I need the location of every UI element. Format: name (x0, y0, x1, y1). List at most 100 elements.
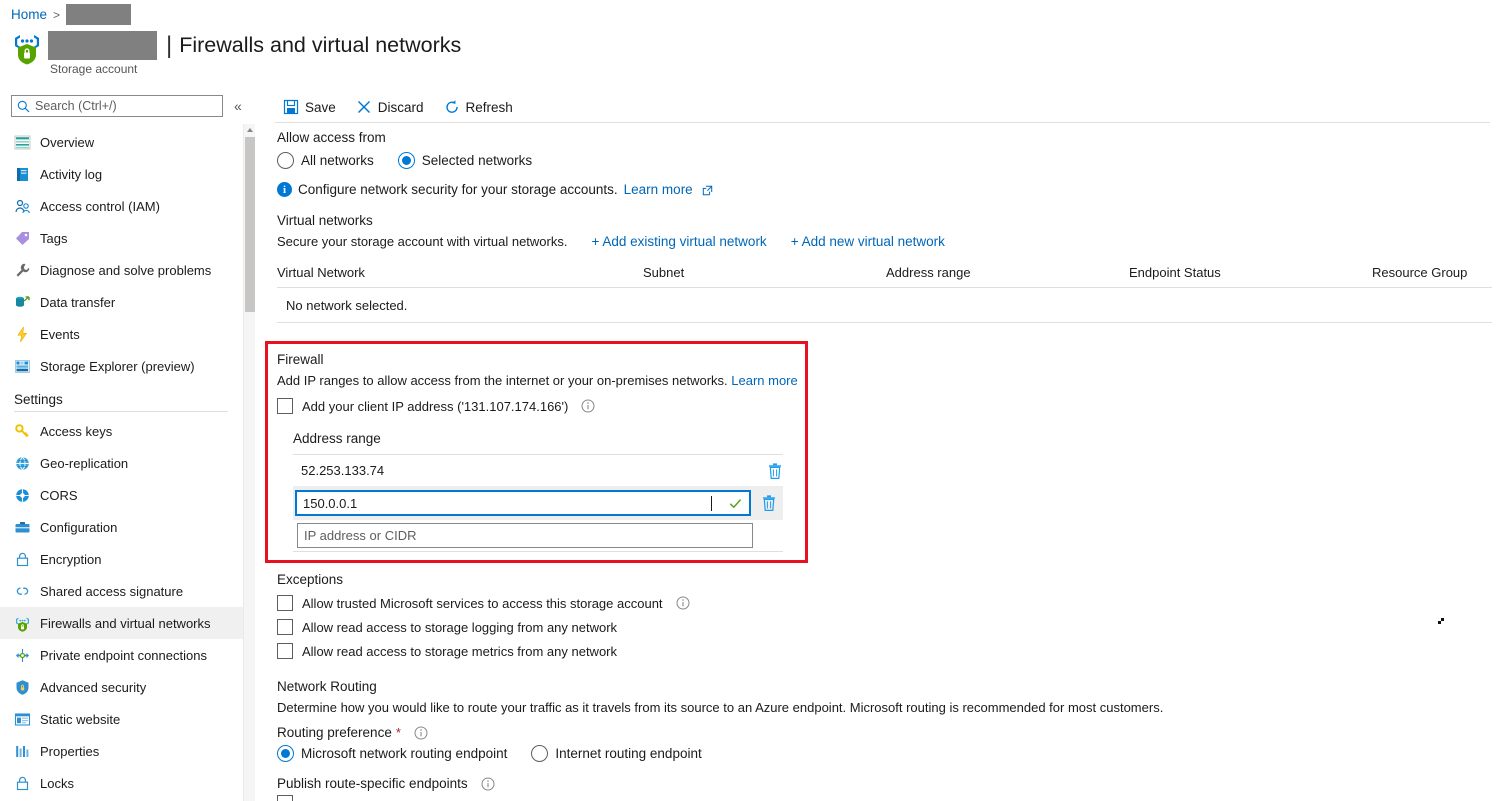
info-circle-icon[interactable] (581, 399, 595, 413)
sidebar-item-label: Tags (40, 231, 67, 246)
sidebar-item-encryption[interactable]: Encryption (0, 543, 243, 575)
mouse-cursor (1438, 612, 1445, 619)
sidebar-scrollbar[interactable] (243, 124, 255, 801)
exception-trusted-services-checkbox[interactable] (277, 595, 293, 611)
network-security-info: i Configure network security for your st… (277, 182, 1492, 197)
sidebar-item-events[interactable]: Events (0, 318, 243, 350)
address-range-input-wrapper[interactable] (295, 490, 751, 516)
search-input[interactable] (35, 99, 215, 113)
column-header-address-range: Address range (886, 265, 1129, 280)
sidebar-item-label: Configuration (40, 520, 117, 535)
discard-button[interactable]: Discard (348, 95, 432, 119)
radio-internet-routing-control[interactable] (531, 745, 548, 762)
sidebar-item-storage-explorer-preview[interactable]: Storage Explorer (preview) (0, 350, 243, 382)
sidebar-item-private-endpoint-connections[interactable]: Private endpoint connections (0, 639, 243, 671)
new-address-input[interactable] (304, 528, 734, 543)
required-marker: * (396, 725, 401, 740)
exception-trusted-services-label: Allow trusted Microsoft services to acce… (302, 596, 663, 611)
search-box[interactable] (11, 95, 223, 117)
column-header-virtual-network: Virtual Network (277, 265, 643, 280)
info-circle-icon[interactable] (414, 726, 428, 740)
sidebar-item-label: Access keys (40, 424, 112, 439)
sidebar-item-diagnose-and-solve-problems[interactable]: Diagnose and solve problems (0, 254, 243, 286)
sidebar-item-access-control-iam[interactable]: Access control (IAM) (0, 190, 243, 222)
add-client-ip-checkbox[interactable] (277, 398, 293, 414)
sidebar-item-label: Locks (40, 776, 74, 791)
network-security-learn-more-link[interactable]: Learn more (624, 182, 693, 197)
network-routing-heading: Network Routing (277, 679, 1227, 694)
radio-microsoft-routing-control[interactable] (277, 745, 294, 762)
breadcrumb-home-link[interactable]: Home (11, 7, 47, 22)
command-bar-divider (275, 122, 1490, 123)
column-header-endpoint-status: Endpoint Status (1129, 265, 1372, 280)
radio-selected-networks[interactable]: Selected networks (398, 152, 532, 169)
sidebar-item-geo-replication[interactable]: Geo-replication (0, 447, 243, 479)
scrollbar-thumb[interactable] (245, 137, 255, 312)
save-button[interactable]: Save (275, 95, 344, 119)
static-website-icon (14, 711, 31, 728)
publish-endpoints-label-row: Publish route-specific endpoints (277, 776, 1227, 791)
add-new-virtual-network-link[interactable]: + Add new virtual network (791, 234, 945, 249)
radio-selected-networks-control[interactable] (398, 152, 415, 169)
sidebar-item-firewalls-and-virtual-networks[interactable]: Firewalls and virtual networks (0, 607, 243, 639)
table-header-row: Virtual Network Subnet Address range End… (277, 265, 1492, 287)
address-range-row-editing (293, 486, 783, 520)
sidebar-item-activity-log[interactable]: Activity log (0, 158, 243, 190)
scroll-up-arrow-icon[interactable] (244, 124, 256, 136)
info-circle-icon[interactable] (676, 596, 690, 610)
info-icon: i (277, 182, 292, 197)
new-address-input-wrapper[interactable] (297, 523, 753, 548)
sidebar-item-locks[interactable]: Locks (0, 767, 243, 799)
sidebar-section-divider (14, 411, 228, 412)
sidebar-item-label: CORS (40, 488, 78, 503)
sidebar-section-settings: Settings (0, 382, 243, 411)
sidebar-item-overview[interactable]: Overview (0, 126, 243, 158)
shield-icon (14, 679, 31, 696)
sidebar-item-configuration[interactable]: Configuration (0, 511, 243, 543)
refresh-button[interactable]: Refresh (436, 95, 521, 119)
sidebar-item-access-keys[interactable]: Access keys (0, 415, 243, 447)
firewall-learn-more-link[interactable]: Learn more (731, 373, 797, 388)
virtual-networks-description: Secure your storage account with virtual… (277, 234, 567, 249)
radio-internet-routing[interactable]: Internet routing endpoint (531, 745, 701, 762)
sidebar-item-label: Storage Explorer (preview) (40, 359, 195, 374)
configuration-icon (14, 519, 31, 536)
address-range-header: Address range (293, 431, 797, 446)
sidebar-item-data-transfer[interactable]: Data transfer (0, 286, 243, 318)
sidebar-item-tags[interactable]: Tags (0, 222, 243, 254)
text-caret (711, 496, 712, 511)
add-existing-virtual-network-link[interactable]: + Add existing virtual network (591, 234, 766, 249)
exception-metrics-row[interactable]: Allow read access to storage metrics fro… (277, 643, 977, 659)
delete-icon[interactable] (767, 462, 783, 480)
sidebar-item-label: Shared access signature (40, 584, 183, 599)
address-range-input[interactable] (303, 496, 713, 511)
resource-navigation-sidebar: OverviewActivity log Access control (IAM)… (0, 88, 243, 801)
sidebar-item-cors[interactable]: CORS (0, 479, 243, 511)
sidebar-item-shared-access-signature[interactable]: Shared access signature (0, 575, 243, 607)
radio-microsoft-routing[interactable]: Microsoft network routing endpoint (277, 745, 507, 762)
publish-endpoints-checkbox-row[interactable] (277, 795, 1227, 801)
sidebar-item-static-website[interactable]: Static website (0, 703, 243, 735)
page-title: Firewalls and virtual networks (179, 33, 461, 58)
radio-all-networks[interactable]: All networks (277, 152, 374, 169)
command-bar: Save Discard Refresh (275, 95, 521, 119)
radio-all-networks-control[interactable] (277, 152, 294, 169)
sidebar-item-label: Encryption (40, 552, 101, 567)
publish-endpoints-checkbox[interactable] (277, 795, 293, 801)
firewall-description-row: Add IP ranges to allow access from the i… (277, 373, 802, 390)
sidebar-item-advanced-security[interactable]: Advanced security (0, 671, 243, 703)
data-transfer-icon (14, 294, 31, 311)
exception-logging-row[interactable]: Allow read access to storage logging fro… (277, 619, 977, 635)
delete-icon[interactable] (761, 494, 777, 512)
exception-metrics-checkbox[interactable] (277, 643, 293, 659)
sidebar-item-label: Access control (IAM) (40, 199, 160, 214)
exception-logging-checkbox[interactable] (277, 619, 293, 635)
sidebar-item-properties[interactable]: Properties (0, 735, 243, 767)
info-circle-icon[interactable] (481, 777, 495, 791)
exception-trusted-services-row[interactable]: Allow trusted Microsoft services to acce… (277, 595, 977, 611)
key-icon (14, 423, 31, 440)
breadcrumb-redacted-resource[interactable] (66, 4, 131, 25)
sidebar-collapse-button[interactable]: « (234, 99, 242, 113)
firewall-description: Add IP ranges to allow access from the i… (277, 373, 728, 388)
add-client-ip-row[interactable]: Add your client IP address ('131.107.174… (277, 398, 797, 414)
